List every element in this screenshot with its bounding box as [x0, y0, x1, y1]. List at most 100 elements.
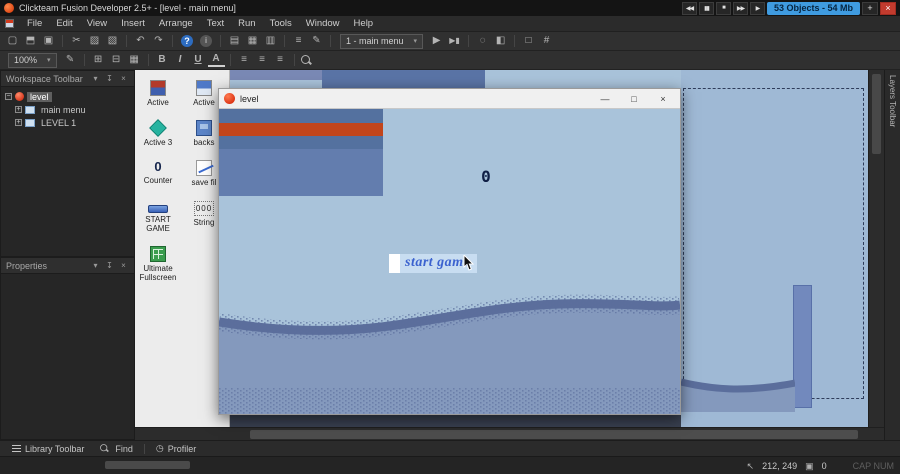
horizontal-scrollbar[interactable]: [135, 427, 884, 440]
collapse-icon[interactable]: −: [5, 93, 12, 100]
horizontal-scrollbar-thumb[interactable]: [250, 430, 858, 439]
panel-options-icon[interactable]: ▾: [90, 73, 101, 84]
stop-button[interactable]: ■: [715, 1, 731, 15]
layers-toolbar[interactable]: Layers Toolbar: [884, 70, 900, 440]
close-icon[interactable]: ×: [118, 73, 129, 84]
workspace-tree: − level + main menu + LEVEL 1: [1, 87, 134, 129]
add-button[interactable]: +: [862, 1, 878, 15]
pin-icon[interactable]: ↧: [104, 260, 115, 271]
diamond-object-icon: [149, 119, 167, 138]
align-right-icon[interactable]: ≡: [272, 53, 289, 68]
search-icon: [100, 443, 110, 453]
menu-arrange[interactable]: Arrange: [152, 16, 200, 32]
paste-icon[interactable]: ▧: [104, 34, 121, 49]
minimize-button[interactable]: —: [593, 91, 617, 107]
undo-icon[interactable]: ↶: [132, 34, 149, 49]
dock-scrollbar-thumb[interactable]: [105, 461, 190, 469]
statusbar: ↖ 212, 249 ▣ 0 CAP NUM: [0, 456, 900, 474]
game-viewport[interactable]: 0 start game: [219, 109, 680, 414]
info-icon[interactable]: i: [200, 35, 212, 47]
bold-icon[interactable]: B: [154, 53, 171, 68]
event-editor-icon[interactable]: ▥: [262, 34, 279, 49]
pin-icon[interactable]: ↧: [104, 73, 115, 84]
frame-selector-combo[interactable]: 1 - main menu ▾: [340, 33, 424, 49]
properties-panel-header: Properties ▾ ↧ ×: [1, 258, 134, 274]
fullscreen-object-icon: [150, 245, 166, 262]
ground-object[interactable]: [681, 368, 795, 412]
menu-run[interactable]: Run: [231, 16, 262, 32]
maximize-button[interactable]: □: [622, 91, 646, 107]
align-left-icon[interactable]: ≡: [236, 53, 253, 68]
search-icon[interactable]: [300, 54, 313, 67]
color-select-icon[interactable]: ◧: [492, 34, 509, 49]
anchor-icon[interactable]: #: [538, 34, 555, 49]
profiler-tab[interactable]: ◷ Profiler: [149, 441, 203, 457]
multi-select-icon[interactable]: ◌: [474, 34, 491, 49]
lock-keys-indicator: CAP NUM: [852, 461, 894, 471]
grid-snap-icon[interactable]: ⊟: [108, 53, 125, 68]
redo-icon[interactable]: ↷: [150, 34, 167, 49]
toolbar-separator: [468, 35, 470, 47]
object-item-ultimate-fullscreen[interactable]: Ultimate Fullscreen: [135, 245, 181, 282]
pause-button[interactable]: ▮▮: [698, 1, 714, 15]
menu-file[interactable]: File: [20, 16, 49, 32]
preview-titlebar[interactable]: level — □ ×: [219, 89, 680, 109]
tree-item-main-menu[interactable]: + main menu: [5, 103, 134, 116]
tab-separator: [143, 443, 145, 454]
toolbar-separator: [62, 35, 63, 47]
format-toolbar: 100% ▾ ✎ ⊞ ⊟ ▦ B I U A ≡ ≡ ≡: [0, 51, 900, 70]
cut-icon[interactable]: ✂: [68, 34, 85, 49]
expand-icon[interactable]: +: [15, 106, 22, 113]
menu-view[interactable]: View: [80, 16, 114, 32]
open-icon[interactable]: ⬒: [22, 34, 39, 49]
close-icon[interactable]: ×: [118, 260, 129, 271]
zoom-combo[interactable]: 100% ▾: [8, 52, 57, 68]
copy-icon[interactable]: ▨: [86, 34, 103, 49]
object-item-active-3[interactable]: Active 3: [135, 119, 181, 147]
picture-editor-icon[interactable]: ✎: [308, 34, 325, 49]
object-item-active[interactable]: Active: [135, 80, 181, 107]
tree-item-level-1[interactable]: + LEVEL 1: [5, 116, 134, 129]
close-button[interactable]: ×: [651, 91, 675, 107]
panel-options-icon[interactable]: ▾: [90, 260, 101, 271]
event-list-editor-icon[interactable]: ≡: [290, 34, 307, 49]
frame-editor-icon[interactable]: ▦: [244, 34, 261, 49]
child-window-icon[interactable]: [5, 19, 14, 28]
new-icon[interactable]: ▢: [4, 34, 21, 49]
pen-icon[interactable]: ✎: [62, 53, 79, 68]
save-icon[interactable]: ▣: [40, 34, 57, 49]
expand-icon[interactable]: +: [15, 119, 22, 126]
toolbar-separator: [220, 35, 221, 47]
vertical-scrollbar[interactable]: [868, 70, 884, 427]
game-preview-window: level — □ × 0 start game: [218, 88, 681, 415]
font-color-icon[interactable]: A: [207, 54, 225, 67]
menu-tools[interactable]: Tools: [263, 16, 299, 32]
menu-insert[interactable]: Insert: [114, 16, 152, 32]
close-button[interactable]: ×: [880, 1, 896, 15]
library-toolbar-tab[interactable]: Library Toolbar: [5, 441, 91, 457]
underline-icon[interactable]: U: [190, 53, 207, 68]
next-frame-icon[interactable]: ▶▮: [446, 34, 463, 49]
storyboard-editor-icon[interactable]: ▤: [226, 34, 243, 49]
menu-window[interactable]: Window: [299, 16, 347, 32]
help-icon[interactable]: ?: [181, 35, 193, 47]
object-item-counter[interactable]: 0 Counter: [135, 160, 181, 187]
grid-options-icon[interactable]: □: [520, 34, 537, 49]
grid-show-icon[interactable]: ▦: [126, 53, 143, 68]
align-center-icon[interactable]: ≡: [254, 53, 271, 68]
menu-edit[interactable]: Edit: [49, 16, 79, 32]
application-icon: [15, 92, 24, 101]
platform-object[interactable]: [793, 285, 812, 408]
play-button[interactable]: ▶: [749, 1, 765, 15]
menu-text[interactable]: Text: [200, 16, 231, 32]
object-item-start-game[interactable]: START GAME: [135, 201, 181, 233]
grid-setup-icon[interactable]: ⊞: [90, 53, 107, 68]
menu-help[interactable]: Help: [347, 16, 381, 32]
tree-item-level[interactable]: − level: [5, 90, 134, 103]
play-frame-icon[interactable]: ▶: [428, 34, 445, 49]
find-tab[interactable]: Find: [91, 441, 140, 457]
italic-icon[interactable]: I: [172, 53, 189, 68]
vertical-scrollbar-thumb[interactable]: [872, 74, 881, 154]
skip-button[interactable]: ▶▶: [732, 1, 748, 15]
restart-button[interactable]: ◀◀: [681, 1, 697, 15]
